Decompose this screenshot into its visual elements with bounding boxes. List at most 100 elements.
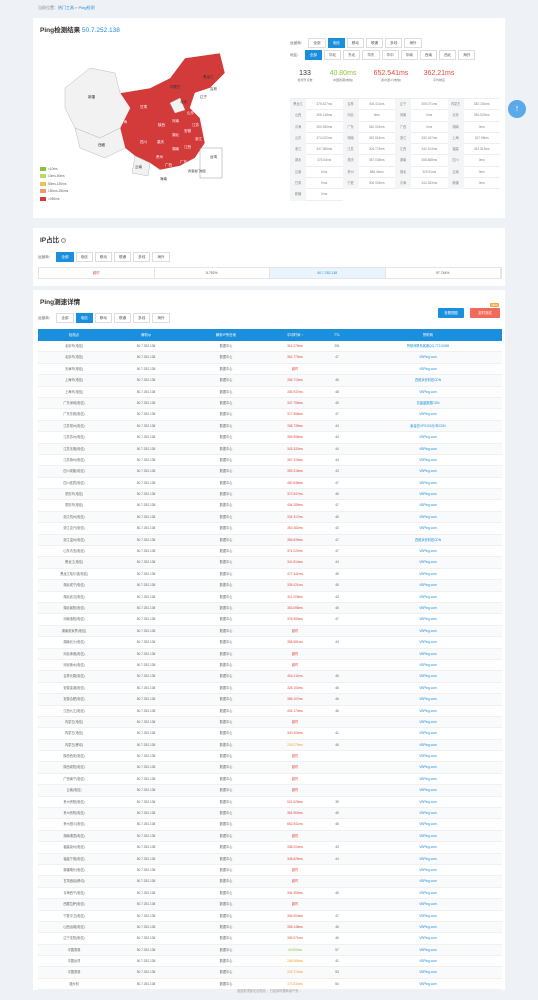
breadcrumb-link-ping[interactable]: Ping检测 [78,5,94,10]
region-cell[interactable]: 山东 374.022ms [290,132,343,145]
operator-multiline[interactable]: 多线 [385,38,403,48]
region-cell[interactable]: 重庆 367.038ms [342,155,395,167]
cell-sponsor[interactable]: VBPing.com [354,546,502,557]
ip-address[interactable]: 50.7.252.138 [270,268,386,278]
cell-sponsor[interactable]: VBPing.com [354,694,502,705]
region-cell[interactable]: 江苏 404.774ms [342,144,395,156]
col-location[interactable]: 解析IP所在地 [182,329,270,341]
ping-filter-unicom[interactable]: 联通 [113,313,132,323]
cell-sponsor[interactable]: VBPing.com [354,660,502,671]
ip-filter-telecom[interactable]: 电信 [75,252,93,262]
cell-sponsor[interactable]: VBPing.com [354,603,502,614]
cell-sponsor[interactable]: VBPing.com [354,364,502,375]
region-all[interactable]: 全部 [304,50,322,60]
ping-filter-multiline[interactable]: 多线 [133,313,151,323]
region-cell[interactable]: 江西 340.104ms [395,144,448,156]
cell-sponsor[interactable]: VBPing.com [354,945,502,956]
region-cell[interactable]: 湖南 452.516ms [342,132,395,145]
region-southwest[interactable]: 西南 [419,50,438,60]
region-cell[interactable]: 青海 350.355ms [290,121,343,133]
cell-sponsor[interactable]: VBPing.com [354,751,502,762]
region-cell[interactable]: 山西 308.148ms [290,110,343,122]
col-ttl[interactable]: TTL [320,329,354,341]
cell-sponsor[interactable]: VBPing.com [354,819,502,830]
cell-sponsor[interactable]: VBPing.com [354,831,502,842]
cell-sponsor[interactable]: VBPing.com [354,899,502,910]
cell-sponsor[interactable]: VBPing.com [354,592,502,603]
region-cell[interactable]: 贵州 586.44ms [342,166,395,179]
region-cell[interactable]: 甘肃 0ms [290,178,343,190]
operator-all[interactable]: 全部 [308,38,326,48]
cell-sponsor[interactable]: VBPing.com [354,432,502,443]
operator-unicom[interactable]: 联通 [365,38,384,48]
cell-sponsor[interactable]: 亮晶晶数据CDN [354,398,502,409]
region-cell[interactable]: 辽宁 305.071ms [395,99,448,111]
col-node[interactable]: 检测点 [38,329,110,341]
region-north[interactable]: 华北 [323,50,342,60]
region-cell[interactable]: 黑龙江 375.627ms [290,99,343,111]
cell-sponsor[interactable]: VBPing.com [354,717,502,728]
region-northwest[interactable]: 西北 [439,50,457,60]
cell-sponsor[interactable]: VBPing.com [354,865,502,876]
ip-filter-all[interactable]: 全部 [56,252,74,262]
region-cell[interactable]: 上海 327.95ms [447,132,500,145]
cell-sponsor[interactable]: VBPing.com [354,478,502,489]
cell-sponsor[interactable]: VBPing.com [354,911,502,922]
cell-sponsor[interactable]: 四维永安科技CDN [354,375,502,386]
col-ip[interactable]: 解析ip [110,329,182,341]
cell-sponsor[interactable]: VBPing.com [354,876,502,887]
cell-sponsor[interactable]: VBPing.com [354,637,502,648]
cell-sponsor[interactable]: VBPing.com [354,728,502,739]
cell-sponsor[interactable]: VBPing.com [354,854,502,865]
cell-sponsor[interactable]: VBPing.com [354,933,502,944]
region-cell[interactable]: 福建 343.513ms [447,144,500,156]
cell-sponsor[interactable]: VBPing.com [354,649,502,660]
cell-sponsor[interactable]: VBPing.com [354,706,502,717]
cell-sponsor[interactable]: VBPing.com [354,387,502,398]
cell-sponsor[interactable]: VBPing.com [354,888,502,899]
cell-sponsor[interactable]: VBPing.com [354,409,502,420]
region-cell[interactable]: 湖北 329.51ms [395,166,448,179]
breadcrumb-link-tools[interactable]: 热门工具 [58,5,74,10]
region-cell[interactable]: 湖北 376.54ms [290,155,343,167]
ping-filter-all[interactable]: 全部 [56,313,74,323]
region-cell[interactable]: 四川 0ms [447,155,500,167]
cell-sponsor[interactable]: VBPing.com [354,922,502,933]
region-cell[interactable]: 湖南 358.888ms [395,155,448,167]
region-cell[interactable]: 云南 0ms [290,166,343,179]
cell-sponsor[interactable]: VBPing.com [354,500,502,511]
region-cell[interactable]: 河北 0ms [342,110,395,122]
col-avg-time[interactable]: 平均时间 ↑ [270,329,320,341]
ip-filter-unicom[interactable]: 联通 [113,252,132,262]
cell-sponsor[interactable]: VBPing.com [354,774,502,785]
region-cell[interactable]: 河南 0ms [395,110,448,122]
cell-sponsor[interactable]: VBPing.com [354,785,502,796]
ip-filter-overseas[interactable]: 海外 [152,252,170,262]
cell-sponsor[interactable]: VBPing.com [354,671,502,682]
cell-sponsor[interactable]: 四维永安科技CDN [354,535,502,546]
operator-telecom[interactable]: 电信 [327,38,345,48]
region-cell[interactable]: 宁夏 306.904ms [342,178,395,190]
cell-sponsor[interactable]: VBPing.com [354,466,502,477]
region-cell[interactable]: 浙江 347.985ms [290,144,343,156]
region-cell[interactable]: 新疆 0ms [290,189,343,201]
ping-filter-mobile[interactable]: 移动 [94,313,112,323]
region-northeast[interactable]: 东北 [343,50,361,60]
cell-sponsor[interactable]: VBPing.com [354,683,502,694]
region-cell[interactable]: 内蒙古 382.181ms [447,99,500,111]
cell-sponsor[interactable]: VBPing.com [354,444,502,455]
region-cell[interactable]: 湖南 0ms [447,121,500,133]
region-east[interactable]: 华东 [362,50,380,60]
scheduled-test-button[interactable]: 定时测试 [470,308,500,318]
cell-sponsor[interactable]: VBPing.com [354,956,502,967]
operator-mobile[interactable]: 移动 [346,38,364,48]
cell-sponsor[interactable]: VBPing.com [354,569,502,580]
cell-sponsor[interactable]: VBPing.com [354,557,502,568]
region-south[interactable]: 华南 [400,50,418,60]
col-sponsor[interactable]: 赞助商 [354,329,502,341]
ip-filter-multiline[interactable]: 多线 [133,252,151,262]
region-cell[interactable]: 云南 0ms [447,166,500,179]
region-cell[interactable]: 吉林 404.411ms [342,99,395,111]
cell-sponsor[interactable]: 赞助商联系客服QQ:77219399 [354,341,502,352]
region-cell[interactable]: 浙江 330.167ms [395,132,448,145]
